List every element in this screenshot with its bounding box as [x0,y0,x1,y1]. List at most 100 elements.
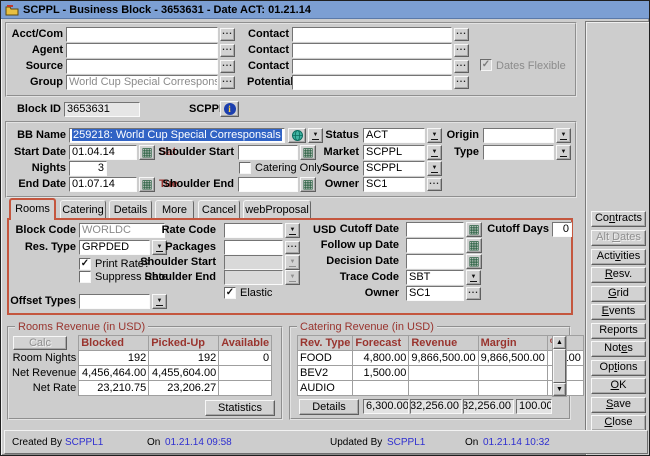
table-row[interactable]: FOOD 4,800.00 9,866,500.00 9,866,500.00 … [298,351,584,366]
contact2-field[interactable] [292,43,452,58]
market-field[interactable]: SCPPL [363,145,425,160]
contact3-field[interactable] [292,59,452,74]
origin-list-button[interactable]: ▼ [556,128,571,143]
tab-catering[interactable]: Catering [60,200,106,219]
agent-lov-button[interactable]: ... [220,44,235,57]
titlebar[interactable]: SCPPL - Business Block - 3653631 - Date … [1,1,649,19]
forecast-cell[interactable]: 1,500.00 [353,366,409,381]
tab-webproposal[interactable]: webProposal [243,200,311,219]
rate-code-field[interactable] [224,223,283,238]
acct-com-field[interactable] [66,27,218,42]
cutoff-date-field[interactable] [406,222,464,237]
cutoff-date-calendar-button[interactable]: ▦ [466,222,482,237]
packages-field[interactable] [224,240,283,255]
margin-cell[interactable] [478,381,547,396]
bb-name-field[interactable]: 259218: World Cup Special Corresponsals [69,128,285,143]
activities-button[interactable]: Activities [591,249,646,265]
reports-button[interactable]: Reports [591,323,646,339]
revenue-cell[interactable] [409,366,478,381]
status-field[interactable]: ACT [363,128,425,143]
events-button[interactable]: Events [591,304,646,320]
start-date-field[interactable]: 01.04.14 [69,145,137,160]
source2-list-button[interactable]: ▼ [427,161,442,176]
tab-details[interactable]: Details [109,200,152,219]
rooms-shoulder-end-list-button: ▼ [285,270,300,285]
revenue-total: 6,332,256.00 [410,399,462,414]
packages-lov-button[interactable]: ... [285,241,300,254]
decision-date-calendar-button[interactable]: ▦ [466,254,482,269]
property-info-button[interactable]: i [220,101,239,117]
group-lov-button[interactable]: ... [220,76,235,89]
acct-com-lov-button[interactable]: ... [220,28,235,41]
suppress-rate-checkbox[interactable] [79,271,91,283]
offset-types-list-button[interactable]: ▼ [152,294,167,309]
notes-button[interactable]: Notes [591,341,646,357]
type-list-button[interactable]: ▼ [556,145,571,160]
owner-field[interactable]: SC1 [363,177,425,192]
margin-cell[interactable] [478,366,547,381]
scroll-down-button[interactable]: ▼ [553,383,566,396]
dates-flexible-checkbox[interactable]: ✓ [480,59,492,71]
rev-type-cell[interactable]: FOOD [298,351,353,366]
contact1-lov-button[interactable]: ... [454,28,469,41]
scroll-up-button[interactable]: ▲ [553,336,566,349]
offset-types-field[interactable] [79,294,150,309]
print-rate-checkbox[interactable]: ✓ [79,258,91,270]
tab-more[interactable]: More [155,200,194,219]
cutoff-days-field[interactable]: 0 [552,222,572,237]
owner-lov-button[interactable]: ... [427,178,442,191]
close-button[interactable]: Close [591,415,646,431]
source-field[interactable] [66,59,218,74]
details-button[interactable]: Details [299,399,359,415]
rooms-shoulder-end-field [224,270,283,285]
catering-only-checkbox[interactable] [239,162,251,174]
forecast-cell[interactable]: 4,800.00 [353,351,409,366]
contact3-lov-button[interactable]: ... [454,60,469,73]
shoulder-end-field[interactable] [238,177,298,192]
trace-code-field[interactable]: SBT [406,270,464,285]
shoulder-start-field[interactable] [238,145,298,160]
origin-field[interactable] [483,128,554,143]
table-row[interactable]: AUDIO [298,381,584,396]
statistics-button[interactable]: Statistics [205,400,275,416]
net-revenue-picked-up: 4,455,604.00 [149,366,219,381]
contracts-button[interactable]: Contracts [591,211,646,227]
tab-rooms[interactable]: Rooms [9,198,56,220]
margin-cell[interactable]: 9,866,500.00 [478,351,547,366]
follow-up-date-field[interactable] [406,238,464,253]
group-field[interactable]: World Cup Special Corresponsals [66,75,218,90]
contact1-field[interactable] [292,27,452,42]
rooms-owner-field[interactable]: SC1 [406,286,464,301]
type-field[interactable] [483,145,554,160]
trace-code-list-button[interactable]: ▼ [466,270,481,285]
end-date-field[interactable]: 01.07.14 [69,177,137,192]
revenue-cell[interactable] [409,381,478,396]
agent-field[interactable] [66,43,218,58]
source-lov-button[interactable]: ... [220,60,235,73]
rooms-owner-lov-button[interactable]: ... [466,287,481,300]
nights-field[interactable]: 3 [69,161,107,176]
rev-type-cell[interactable]: AUDIO [298,381,353,396]
save-button[interactable]: Save [591,397,646,413]
forecast-cell[interactable] [353,381,409,396]
resv-button[interactable]: Resv. [591,267,646,283]
offset-types-label: Offset Types [6,294,76,309]
rev-type-cell[interactable]: BEV2 [298,366,353,381]
elastic-checkbox[interactable]: ✓ [224,287,236,299]
decision-date-field[interactable] [406,254,464,269]
grid-button[interactable]: Grid [591,286,646,302]
dropdown-arrow-icon: ▼ [157,298,163,304]
potential-lov-button[interactable]: ... [454,76,469,89]
tab-cancel[interactable]: Cancel [198,200,240,219]
rate-code-list-button[interactable]: ▼ [285,223,300,238]
potential-field[interactable] [292,75,452,90]
options-button[interactable]: Options [591,360,646,376]
follow-up-date-calendar-button[interactable]: ▦ [466,238,482,253]
revenue-cell[interactable]: 9,866,500.00 [409,351,478,366]
ok-button[interactable]: OK [591,378,646,394]
contact2-lov-button[interactable]: ... [454,44,469,57]
catering-scrollbar[interactable]: ▲ ▼ [552,335,567,397]
scrollbar-thumb[interactable] [553,349,566,383]
table-row[interactable]: BEV2 1,500.00 [298,366,584,381]
source2-field[interactable]: SCPPL [363,161,425,176]
